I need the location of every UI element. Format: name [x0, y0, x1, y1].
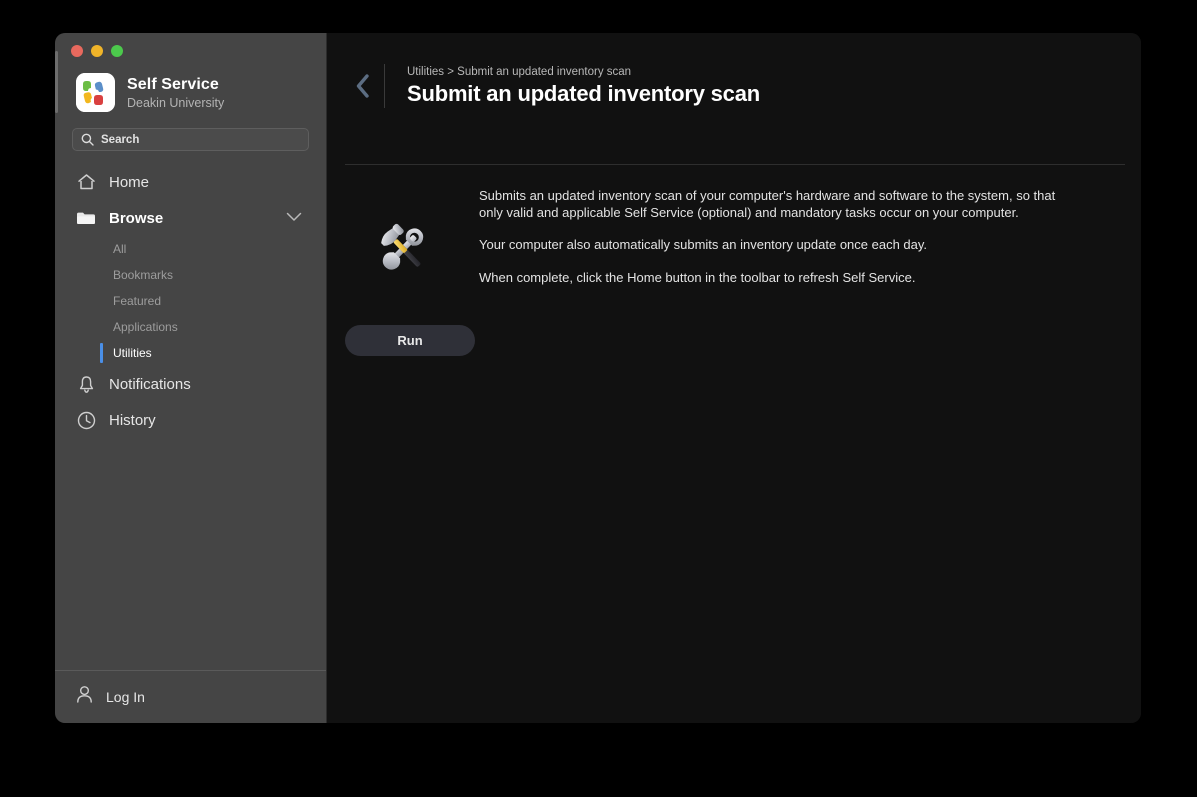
sidebar-subitem-label: Utilities: [113, 346, 152, 360]
sidebar-subitem-label: All: [113, 242, 127, 256]
sidebar-subitem-label: Bookmarks: [113, 268, 174, 282]
description-block: Submits an updated inventory scan of you…: [479, 188, 1111, 286]
sidebar-subitem-bookmarks[interactable]: Bookmarks: [55, 262, 326, 288]
login-label: Log In: [106, 689, 145, 705]
chevron-left-icon: [356, 74, 369, 98]
sidebar-scroll-indicator: [55, 51, 58, 113]
run-button[interactable]: Run: [345, 325, 475, 356]
self-service-logo: [76, 73, 115, 112]
hammer-and-wrench-icon: [372, 218, 434, 285]
sidebar-subitem-utilities[interactable]: Utilities: [55, 340, 326, 366]
content-header: Utilities > Submit an updated inventory …: [327, 33, 1141, 108]
minimize-button[interactable]: [91, 45, 103, 57]
bell-icon: [76, 375, 96, 394]
app-identity: Self Service Deakin University: [55, 63, 326, 112]
app-subtitle: Deakin University: [127, 95, 225, 110]
login-row[interactable]: Log In: [55, 670, 326, 723]
clock-icon: [76, 411, 96, 430]
description-paragraph: Your computer also automatically submits…: [479, 237, 928, 252]
page-title: Submit an updated inventory scan: [407, 80, 760, 106]
sidebar-subitem-label: Applications: [113, 320, 178, 334]
self-service-window: Self Service Deakin University Search Ho…: [55, 33, 1141, 723]
search-placeholder: Search: [101, 133, 140, 146]
sidebar-nav: Home Browse All Bookmarks Featured Appli…: [55, 151, 326, 670]
breadcrumb: Utilities > Submit an updated inventory …: [407, 65, 632, 78]
sidebar-subitem-featured[interactable]: Featured: [55, 288, 326, 314]
main-content: Utilities > Submit an updated inventory …: [327, 33, 1141, 723]
header-divider: [384, 64, 385, 108]
description-paragraph: Submits an updated inventory scan of you…: [479, 188, 1056, 220]
sidebar-item-home[interactable]: Home: [55, 164, 326, 200]
sidebar-item-label: Browse: [109, 209, 164, 227]
close-button[interactable]: [71, 45, 83, 57]
sidebar-item-browse[interactable]: Browse: [55, 200, 326, 236]
sidebar-item-label: History: [109, 411, 156, 429]
sidebar-item-notifications[interactable]: Notifications: [55, 366, 326, 402]
sidebar-subitem-all[interactable]: All: [55, 236, 326, 262]
back-button[interactable]: [346, 66, 380, 106]
sidebar-item-history[interactable]: History: [55, 402, 326, 438]
maximize-button[interactable]: [111, 45, 123, 57]
header-rule: [345, 164, 1125, 165]
app-title: Self Service: [127, 75, 219, 93]
sidebar-subitem-label: Featured: [113, 294, 162, 308]
search-icon: [81, 133, 94, 146]
home-icon: [76, 173, 96, 191]
content-body: Submits an updated inventory scan of you…: [327, 188, 1141, 356]
sidebar-subitem-applications[interactable]: Applications: [55, 314, 326, 340]
sidebar-item-label: Home: [109, 173, 150, 191]
sidebar: Self Service Deakin University Search Ho…: [55, 33, 327, 723]
folder-icon: [76, 210, 96, 226]
sidebar-item-label: Notifications: [109, 375, 191, 393]
window-controls: [55, 33, 326, 63]
search-input[interactable]: Search: [72, 128, 309, 151]
chevron-down-icon[interactable]: [286, 209, 302, 227]
user-icon: [76, 685, 93, 709]
description-paragraph: When complete, click the Home button in …: [479, 269, 916, 285]
